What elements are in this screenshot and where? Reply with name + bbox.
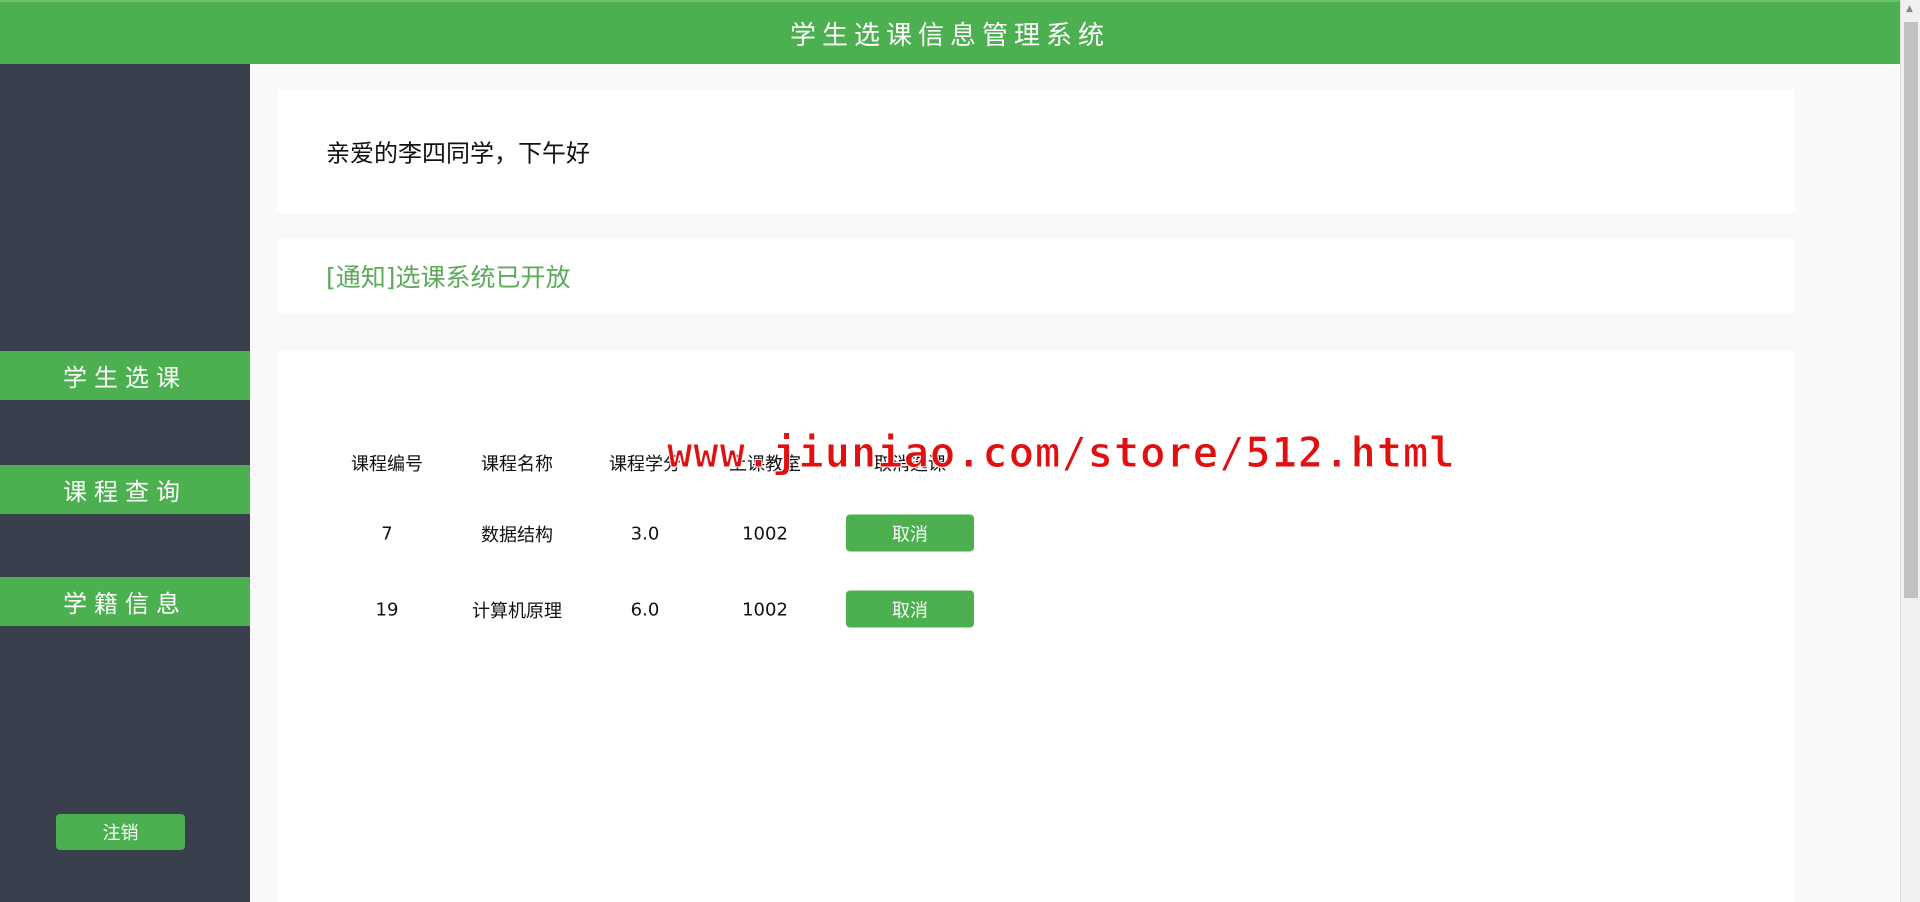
course-name: 计算机原理 — [472, 601, 562, 622]
sidebar-item-course-selection[interactable]: 学生选课 — [0, 351, 250, 400]
scrollbar-thumb[interactable] — [1904, 22, 1918, 598]
logout-button[interactable]: 注销 — [56, 814, 185, 850]
column-header-name: 课程名称 — [481, 454, 553, 475]
greeting-card: 亲爱的李四同学，下午好 — [277, 89, 1795, 213]
notice-card: [通知]选课系统已开放 — [277, 239, 1795, 313]
greeting-text: 亲爱的李四同学，下午好 — [326, 139, 590, 168]
course-room: 1002 — [742, 599, 788, 621]
course-credit: 3.0 — [630, 523, 660, 545]
sidebar-item-course-query[interactable]: 课程查询 — [0, 465, 250, 514]
column-header-credit: 课程学分 — [609, 454, 681, 475]
app-header: 学生选课信息管理系统 — [0, 0, 1900, 64]
cancel-course-button[interactable]: 取消 — [846, 514, 974, 552]
course-room: 1002 — [742, 523, 788, 545]
course-id: 19 — [375, 599, 399, 621]
course-name: 数据结构 — [481, 525, 553, 546]
notice-text: [通知]选课系统已开放 — [326, 263, 571, 292]
column-header-id: 课程编号 — [351, 454, 423, 475]
scroll-up-arrow-icon[interactable]: ▲ — [1906, 4, 1913, 14]
sidebar-item-student-record[interactable]: 学籍信息 — [0, 577, 250, 626]
scrollbar[interactable]: ▲ — [1900, 0, 1920, 902]
cancel-course-button[interactable]: 取消 — [846, 590, 974, 628]
column-header-room: 上课教室 — [729, 454, 801, 475]
sidebar: 学生选课 课程查询 学籍信息 注销 — [0, 64, 250, 902]
column-header-cancel: 取消选课 — [874, 454, 946, 475]
app-title: 学生选课信息管理系统 — [789, 20, 1110, 51]
course-table-card: 课程编号 课程名称 课程学分 上课教室 取消选课 7 数据结构 3.0 1002… — [277, 351, 1795, 902]
course-id: 7 — [381, 523, 393, 545]
course-credit: 6.0 — [630, 599, 660, 621]
